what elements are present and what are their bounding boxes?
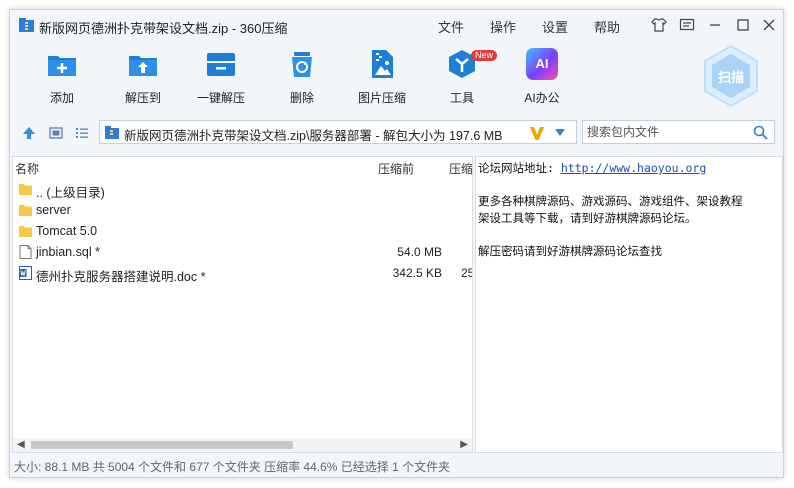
- list-item[interactable]: server: [13, 200, 472, 221]
- column-header-compressed-after[interactable]: 压缩: [449, 160, 472, 177]
- delete-button[interactable]: 删除: [267, 48, 337, 106]
- comment-line-1: 论坛网站地址: http://www.haoyou.org: [478, 160, 706, 176]
- ai-icon-text: AI: [535, 56, 549, 71]
- chevron-down-icon[interactable]: [555, 129, 565, 137]
- status-bar: 大小: 88.1 MB 共 5004 个文件和 677 个文件夹 压缩率 44.…: [14, 460, 451, 474]
- column-header-compressed-before[interactable]: 压缩前: [378, 160, 414, 177]
- thumbnail-view-icon[interactable]: [49, 126, 63, 140]
- search-icon[interactable]: [753, 125, 768, 140]
- search-input[interactable]: [583, 121, 747, 143]
- file-size: 54.0 MB: [397, 245, 442, 259]
- ai-office-label: AI办公: [524, 91, 560, 105]
- comment-site-label: 论坛网站地址:: [478, 161, 554, 175]
- file-name: 德州扑克服务器搭建说明.doc *: [36, 270, 206, 284]
- delete-icon: [292, 52, 312, 77]
- file-name: Tomcat 5.0: [36, 224, 98, 238]
- add-icon: [48, 56, 76, 76]
- horizontal-scrollbar[interactable]: ◀ ▶: [13, 438, 472, 452]
- ai-office-button[interactable]: AI AI办公: [507, 48, 577, 106]
- file-name: jinbian.sql *: [36, 245, 100, 259]
- text-file-icon: [19, 245, 32, 259]
- one-click-extract-label: 一键解压: [196, 91, 245, 105]
- scroll-left-icon[interactable]: ◀: [17, 439, 25, 450]
- folder-icon: [19, 226, 32, 237]
- extract-to-icon: [129, 56, 157, 76]
- add-label: 添加: [49, 91, 74, 105]
- verified-icon[interactable]: [528, 124, 546, 142]
- folder-icon: [19, 184, 32, 195]
- skin-icon[interactable]: [650, 16, 668, 34]
- image-compress-button[interactable]: 图片压缩: [347, 48, 417, 106]
- tools-label: 工具: [449, 91, 474, 105]
- minimize-icon[interactable]: [706, 16, 724, 34]
- one-click-extract-button[interactable]: 一键解压: [186, 48, 256, 106]
- comment-line-2: 更多各种棋牌源码、游戏源码、游戏组件、架设教程: [478, 194, 743, 208]
- column-header-name[interactable]: 名称: [15, 160, 39, 177]
- file-name: .. (上级目录): [36, 186, 105, 200]
- title-bar: 新版网页德洲扑克带架设文档.zip - 360压缩 文件 操作 设置 帮助: [10, 10, 783, 40]
- tools-button[interactable]: New 工具: [427, 48, 498, 106]
- feedback-icon[interactable]: [678, 16, 696, 34]
- file-name: server: [36, 203, 71, 217]
- folder-icon: [19, 205, 32, 216]
- menu-help[interactable]: 帮助: [594, 17, 620, 36]
- search-box: [582, 120, 775, 144]
- word-doc-icon: [19, 266, 32, 280]
- menu-settings[interactable]: 设置: [542, 17, 568, 36]
- scroll-right-icon[interactable]: ▶: [460, 439, 468, 450]
- scan-label: 扫描: [717, 70, 744, 85]
- zip-file-icon: [105, 126, 119, 139]
- maximize-icon[interactable]: [734, 16, 752, 34]
- list-item[interactable]: .. (上级目录): [13, 179, 472, 200]
- delete-label: 删除: [289, 91, 314, 105]
- list-item[interactable]: jinbian.sql * 54.0 MB: [13, 242, 472, 263]
- image-compress-icon: [372, 50, 393, 78]
- zip-app-icon: [19, 18, 34, 32]
- comment-line-3: 架设工具等下载，请到好游棋牌源码论坛。: [478, 211, 697, 225]
- list-view-icon[interactable]: [75, 126, 89, 140]
- scan-button[interactable]: 扫描: [702, 44, 760, 108]
- window-title: 新版网页德洲扑克带架设文档.zip - 360压缩: [39, 21, 288, 36]
- menu-action[interactable]: 操作: [490, 17, 516, 36]
- new-badge: New: [471, 50, 498, 61]
- file-list-pane: 名称 压缩前 压缩 .. (上级目录) server Tomcat 5.0 ji…: [12, 156, 473, 453]
- comment-site-link[interactable]: http://www.haoyou.org: [561, 161, 706, 175]
- close-icon[interactable]: [760, 16, 778, 34]
- address-bar[interactable]: 新版网页德洲扑克带架设文档.zip\服务器部署 - 解包大小为 197.6 MB: [99, 120, 577, 144]
- comment-line-4: 解压密码请到好游棋牌源码论坛查找: [478, 244, 662, 258]
- menu-file[interactable]: 文件: [438, 17, 464, 36]
- one-click-extract-icon: [207, 53, 235, 76]
- list-item[interactable]: Tomcat 5.0: [13, 221, 472, 242]
- list-item[interactable]: 德州扑克服务器搭建说明.doc * 342.5 KB 25: [13, 263, 472, 284]
- archive-comment-pane: 论坛网站地址: http://www.haoyou.org 更多各种棋牌源码、游…: [475, 156, 783, 453]
- up-arrow-icon[interactable]: [22, 126, 36, 140]
- add-button[interactable]: 添加: [27, 48, 97, 106]
- address-path: 新版网页德洲扑克带架设文档.zip\服务器部署 - 解包大小为 197.6 MB: [124, 129, 503, 143]
- toolbar: 添加 解压到 一键解压 删除 图片压缩 New 工具 AI AI办公: [10, 40, 783, 116]
- image-compress-label: 图片压缩: [357, 91, 406, 105]
- extract-to-button[interactable]: 解压到: [108, 48, 178, 106]
- file-compressed-size: 25: [461, 266, 472, 280]
- file-size: 342.5 KB: [392, 266, 442, 280]
- extract-to-label: 解压到: [124, 91, 161, 105]
- address-row: 新版网页德洲扑克带架设文档.zip\服务器部署 - 解包大小为 197.6 MB: [10, 118, 783, 148]
- scrollbar-thumb[interactable]: [31, 441, 293, 449]
- ai-office-icon: AI: [526, 48, 558, 80]
- main-window: 新版网页德洲扑克带架设文档.zip - 360压缩 文件 操作 设置 帮助 添加…: [9, 9, 784, 478]
